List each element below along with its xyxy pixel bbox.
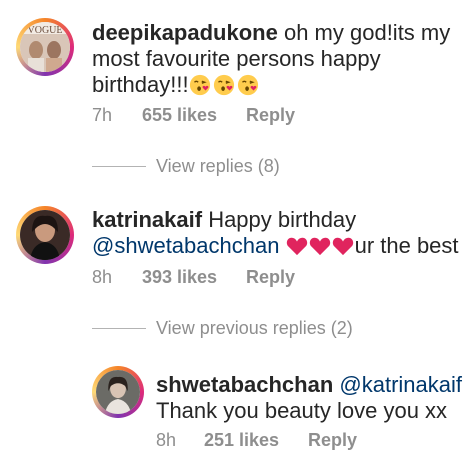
replies-divider: [92, 166, 146, 167]
emoji-group: [189, 72, 261, 97]
comment-likes[interactable]: 393 likes: [142, 267, 217, 288]
heart-group: [286, 233, 355, 258]
comment-likes[interactable]: 251 likes: [204, 430, 279, 451]
red-heart-emoji: [286, 237, 307, 256]
vogue-cover-image: VOGUE: [20, 22, 70, 72]
red-heart-emoji: [309, 237, 330, 256]
view-previous-replies-link[interactable]: View previous replies (2): [156, 318, 353, 339]
avatar-katrinakaif[interactable]: [16, 206, 74, 264]
mention-link[interactable]: @shwetabachchan: [92, 233, 279, 258]
comment-username[interactable]: katrinakaif: [92, 207, 202, 232]
comment-meta-row: 7h 655 likes Reply: [92, 105, 452, 127]
avatar-deepikapadukone[interactable]: VOGUE: [16, 18, 74, 76]
comment-deepikapadukone: deepikapadukone oh my god!its my most fa…: [92, 20, 452, 98]
comment-body: Happy birthday: [208, 207, 357, 232]
comment-meta-row: 8h 393 likes Reply: [92, 267, 452, 289]
katrinakaif-profile-photo: [20, 210, 70, 260]
reply-button[interactable]: Reply: [246, 105, 295, 126]
reply-button[interactable]: Reply: [246, 267, 295, 288]
reply-button[interactable]: Reply: [308, 430, 357, 451]
svg-text:VOGUE: VOGUE: [28, 25, 63, 36]
kissing-heart-emoji: [237, 74, 258, 96]
avatar-shwetabachchan[interactable]: [92, 366, 144, 418]
comment-time: 8h: [92, 267, 113, 287]
comment-body: Thank you beauty love you xx: [156, 398, 448, 423]
replies-divider: [92, 328, 146, 329]
comment-time: 8h: [156, 430, 177, 450]
comment-username[interactable]: deepikapadukone: [92, 20, 278, 45]
kissing-heart-emoji: [213, 74, 234, 96]
comment-time: 7h: [92, 105, 113, 125]
comment-meta-row: 8h 251 likes Reply: [156, 430, 456, 452]
view-replies-link[interactable]: View replies (8): [156, 156, 280, 177]
red-heart-emoji: [332, 237, 353, 256]
kissing-heart-emoji: [189, 74, 210, 96]
comment-katrinakaif: katrinakaif Happy birthday @shwetabachch…: [92, 207, 462, 259]
comment-likes[interactable]: 655 likes: [142, 105, 217, 126]
reply-shwetabachchan: shwetabachchan @katrinakaif Thank you be…: [156, 372, 466, 424]
shwetabachchan-profile-photo: [96, 370, 140, 414]
mention-link[interactable]: @katrinakaif: [339, 372, 462, 397]
comment-suffix: ur the best: [354, 233, 459, 258]
comment-username[interactable]: shwetabachchan: [156, 372, 333, 397]
